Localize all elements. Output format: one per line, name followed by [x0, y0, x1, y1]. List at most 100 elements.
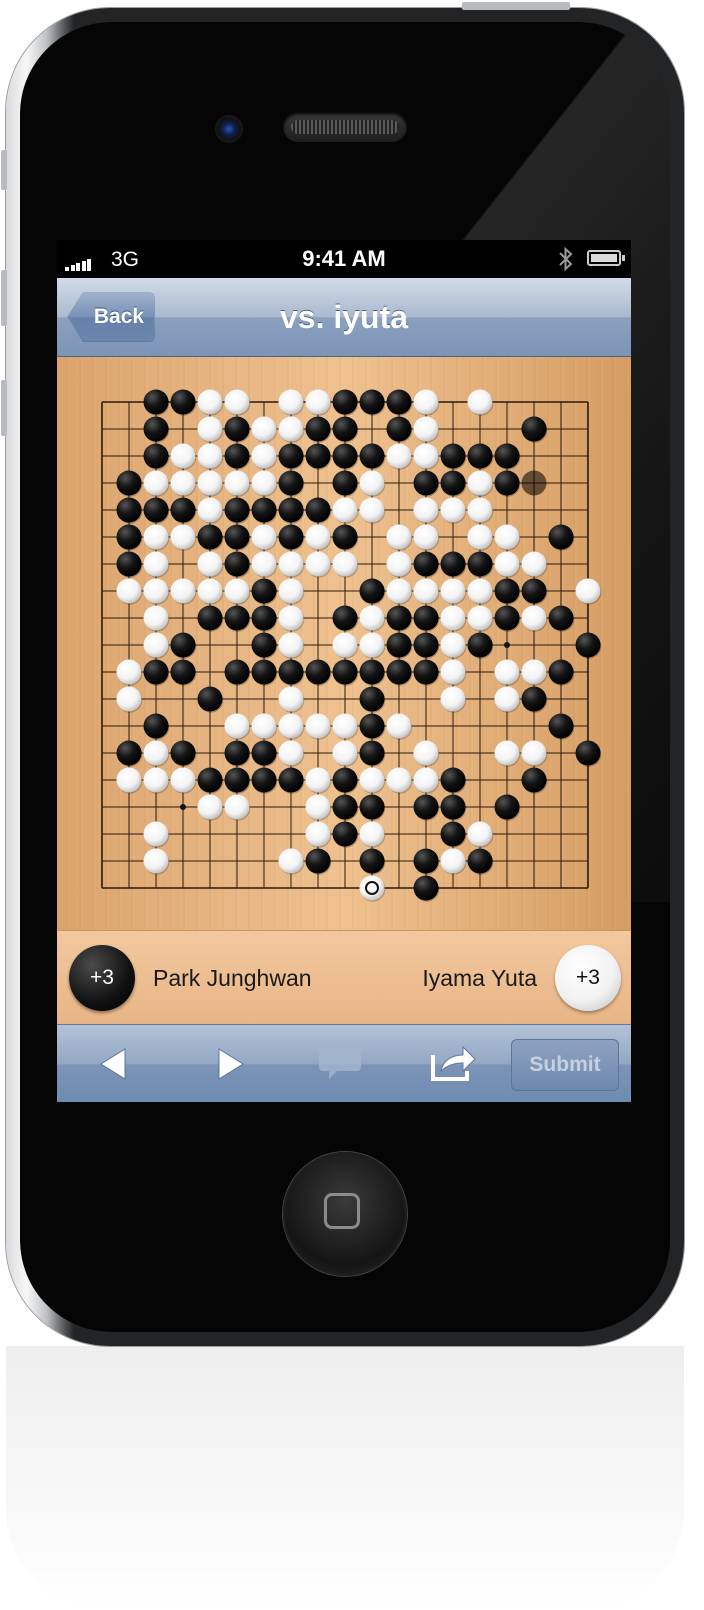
- black-stone: [251, 605, 277, 631]
- prev-move-icon[interactable]: [95, 1025, 135, 1102]
- white-stone: [143, 821, 169, 847]
- white-stone: [440, 578, 466, 604]
- black-stone: [494, 443, 520, 469]
- next-move-icon[interactable]: [211, 1025, 251, 1102]
- white-stone: [386, 713, 412, 739]
- black-stone: [413, 848, 439, 874]
- black-stone: [413, 659, 439, 685]
- white-stone: [440, 497, 466, 523]
- black-stone: [332, 416, 358, 442]
- black-stone: [170, 497, 196, 523]
- black-stone: [548, 524, 574, 550]
- white-stone: [278, 713, 304, 739]
- black-stone: [251, 578, 277, 604]
- volume-up-button: [1, 270, 7, 326]
- white-stone: [332, 713, 358, 739]
- white-stone: [305, 524, 331, 550]
- black-stone: [170, 389, 196, 415]
- black-stone: [359, 848, 385, 874]
- bottom-toolbar: Submit: [57, 1024, 631, 1102]
- white-stone: [359, 497, 385, 523]
- black-stone: [251, 740, 277, 766]
- black-stone: [440, 821, 466, 847]
- white-stone: [332, 551, 358, 577]
- white-stone: [197, 443, 223, 469]
- status-time: 9:41 AM: [302, 246, 386, 271]
- submit-button[interactable]: Submit: [511, 1039, 619, 1091]
- chat-bubble-icon[interactable]: [317, 1025, 363, 1102]
- black-stone: [278, 524, 304, 550]
- go-board-area[interactable]: [57, 357, 631, 930]
- white-stone: [116, 686, 142, 712]
- white-stone: [170, 470, 196, 496]
- black-stone: [575, 740, 601, 766]
- white-stone: [170, 767, 196, 793]
- white-player-name: Iyama Yuta: [422, 965, 537, 991]
- white-stone: [467, 821, 493, 847]
- white-stone: [494, 551, 520, 577]
- battery-icon: [587, 250, 625, 266]
- white-stone: [251, 416, 277, 442]
- black-stone: [413, 551, 439, 577]
- black-stone: [359, 713, 385, 739]
- white-stone: [332, 497, 358, 523]
- white-stone: [467, 497, 493, 523]
- white-stone: [467, 470, 493, 496]
- black-stone: [143, 497, 169, 523]
- black-stone: [359, 740, 385, 766]
- white-stone: [521, 605, 547, 631]
- black-stone: [440, 551, 466, 577]
- black-stone: [224, 443, 250, 469]
- white-stone: [197, 470, 223, 496]
- white-stone: [197, 497, 223, 523]
- black-stone: [575, 632, 601, 658]
- black-stone: [143, 659, 169, 685]
- white-stone: [332, 632, 358, 658]
- black-stone: [197, 767, 223, 793]
- black-stone: [332, 821, 358, 847]
- white-stone: [197, 389, 223, 415]
- home-button[interactable]: [283, 1152, 407, 1276]
- black-stone: [251, 659, 277, 685]
- black-stone: [278, 470, 304, 496]
- white-stone: [413, 389, 439, 415]
- white-stone: [278, 740, 304, 766]
- go-board[interactable]: [57, 357, 631, 930]
- white-stone: [521, 659, 547, 685]
- white-stone: [413, 578, 439, 604]
- white-stone: [251, 470, 277, 496]
- white-stone: [278, 551, 304, 577]
- black-stone: [413, 470, 439, 496]
- white-stone: [224, 389, 250, 415]
- mute-switch: [1, 150, 7, 190]
- black-stone: [170, 659, 196, 685]
- white-stone: [386, 578, 412, 604]
- black-stone: [116, 740, 142, 766]
- white-stone: [170, 524, 196, 550]
- screen: 3G 9:41 AM Back vs. iyuta +3 Park Junghw…: [57, 240, 631, 1102]
- white-stone: [143, 578, 169, 604]
- black-stone: [467, 551, 493, 577]
- black-stone: [548, 713, 574, 739]
- share-icon[interactable]: [429, 1025, 477, 1102]
- black-stone: [494, 605, 520, 631]
- white-stone: [386, 767, 412, 793]
- black-stone: [116, 524, 142, 550]
- black-stone: [224, 524, 250, 550]
- black-stone: [116, 497, 142, 523]
- black-stone: [386, 605, 412, 631]
- black-stone: [521, 416, 547, 442]
- white-stone: [305, 713, 331, 739]
- black-stone: [521, 767, 547, 793]
- white-stone: [413, 497, 439, 523]
- page-title: vs. iyuta: [279, 299, 409, 335]
- black-stone: [440, 794, 466, 820]
- black-stone: [332, 659, 358, 685]
- white-stone: [278, 389, 304, 415]
- white-stone: [413, 443, 439, 469]
- volume-down-button: [1, 380, 7, 436]
- black-stone: [305, 416, 331, 442]
- white-stone: [440, 659, 466, 685]
- white-stone: [143, 551, 169, 577]
- hoshi-point: [180, 804, 186, 810]
